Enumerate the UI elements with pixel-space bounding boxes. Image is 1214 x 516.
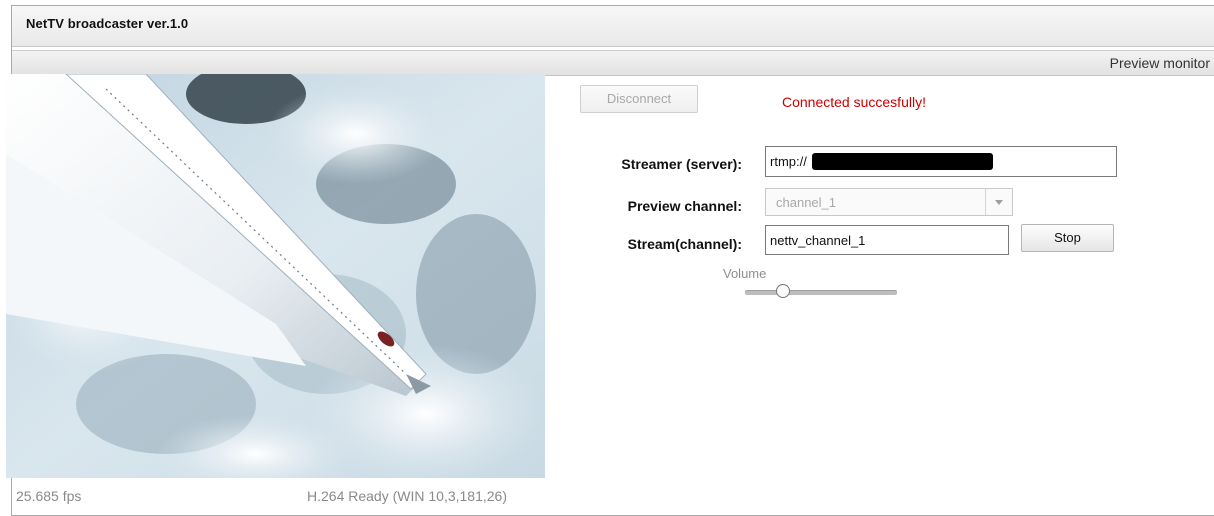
fps-readout: 25.685 fps — [16, 488, 82, 504]
volume-slider-thumb[interactable] — [776, 284, 790, 298]
preview-channel-value: channel_1 — [776, 195, 836, 210]
title-bar: NetTV broadcaster ver.1.0 — [12, 6, 1214, 47]
preview-channel-select[interactable]: channel_1 — [765, 188, 1013, 216]
chevron-down-icon — [995, 200, 1003, 205]
stream-channel-label: Stream(channel): — [627, 236, 742, 252]
volume-label: Volume — [723, 266, 767, 281]
codec-status: H.264 Ready (WIN 10,3,181,26) — [307, 488, 507, 504]
stream-channel-input[interactable] — [765, 225, 1009, 255]
preview-monitor-header: Preview monitor — [12, 50, 1214, 76]
dropdown-toggle[interactable] — [985, 189, 1012, 215]
preview-channel-label: Preview channel: — [627, 198, 742, 214]
window-title: NetTV broadcaster ver.1.0 — [26, 16, 189, 31]
stop-button[interactable]: Stop — [1021, 224, 1114, 252]
disconnect-button[interactable]: Disconnect — [580, 85, 698, 113]
connection-status-message: Connected succesfully! — [782, 94, 926, 110]
streamer-server-label: Streamer (server): — [621, 156, 742, 172]
video-frame-image — [6, 74, 545, 478]
redaction-mark — [812, 153, 993, 170]
volume-slider-track[interactable] — [745, 290, 897, 295]
preview-monitor-label: Preview monitor — [1109, 55, 1210, 71]
video-preview — [6, 74, 545, 478]
